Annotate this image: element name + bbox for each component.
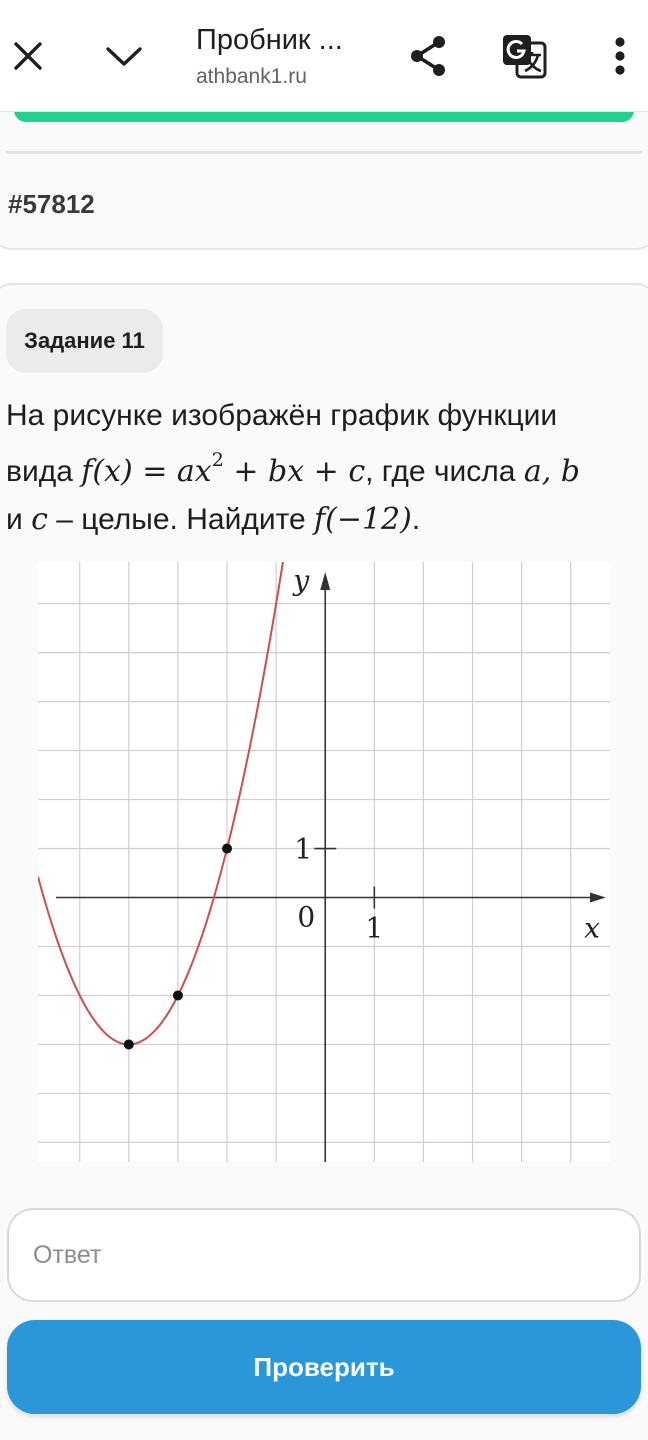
x-tick-label: 1 [365, 912, 383, 945]
translate-icon[interactable] [498, 30, 550, 82]
card-divider [6, 151, 642, 154]
close-icon[interactable] [8, 34, 48, 78]
page-url: athbank1.ru [196, 65, 307, 88]
function-graph: y x 0 1 1 [38, 562, 610, 1162]
answer-input[interactable] [7, 1208, 641, 1302]
formula-tail: + bx + c [223, 454, 366, 489]
problem-statement: На рисунке изображён график функции вида… [6, 392, 646, 544]
y-tick-label: 1 [294, 833, 312, 866]
task-badge: Задание 11 [6, 309, 163, 373]
task-number: #57812 [8, 189, 95, 219]
share-icon[interactable] [404, 30, 452, 82]
problem-text: и [6, 503, 32, 536]
problem-line-1: На рисунке изображён график функции [6, 399, 558, 432]
check-button[interactable]: Проверить [7, 1320, 641, 1414]
more-vert-icon[interactable] [604, 32, 636, 80]
graph-point [222, 843, 233, 854]
browser-toolbar: Пробник ... athbank1.ru [0, 0, 648, 112]
origin-label: 0 [297, 901, 315, 934]
target-expression: f(−12) [314, 502, 412, 537]
x-axis-label: x [584, 912, 600, 945]
tab-title-block[interactable]: Пробник ... athbank1.ru [196, 22, 396, 90]
page-title: Пробник ... [196, 24, 343, 56]
formula: f(x) = ax [81, 454, 212, 489]
previous-card [0, 100, 648, 250]
problem-text: . [411, 503, 421, 536]
problem-text: – целые. Найдите [47, 503, 315, 536]
coefficients-ab: a, b [523, 454, 580, 489]
formula-exponent: 2 [211, 449, 224, 471]
graph-background [38, 562, 610, 1162]
chevron-down-icon[interactable] [104, 34, 144, 78]
graph-point [123, 1039, 134, 1050]
graph-point [172, 990, 183, 1001]
problem-text: вида [6, 455, 82, 488]
problem-text: , где числа [365, 455, 524, 488]
coefficient-c: c [31, 502, 48, 537]
y-axis-label: y [291, 564, 310, 597]
